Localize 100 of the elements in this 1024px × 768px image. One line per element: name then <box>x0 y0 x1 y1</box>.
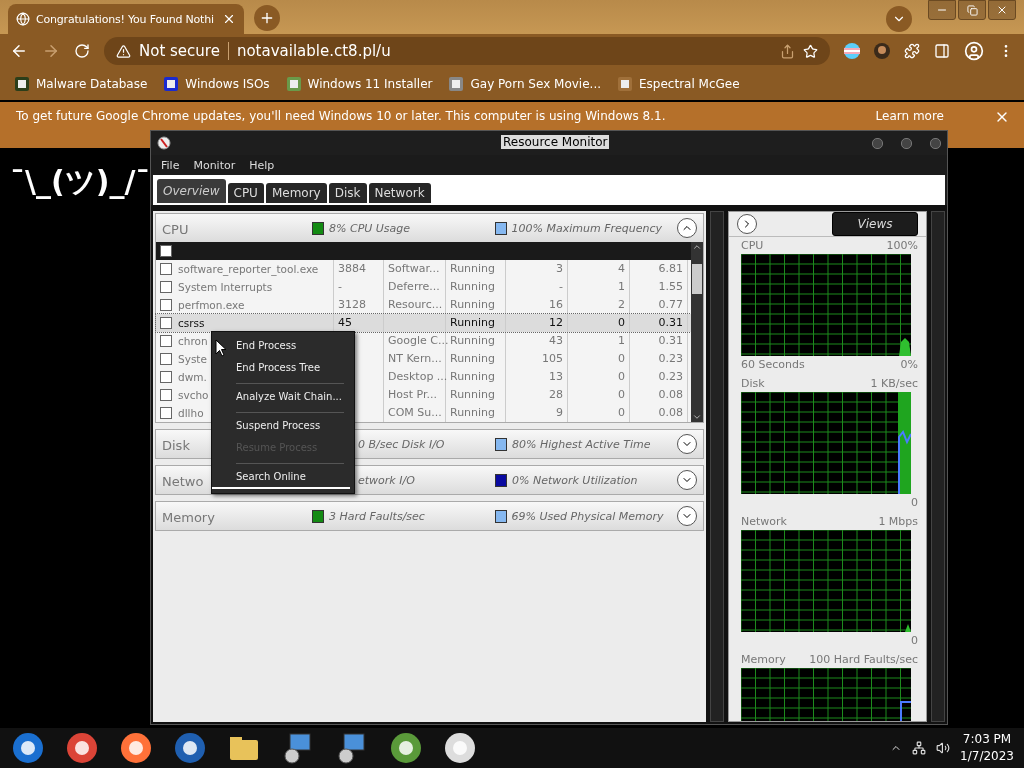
table-cell: Running <box>446 260 506 278</box>
table-row[interactable]: System Interrupts - Deferre... Running - 1 1.55 <box>156 278 691 296</box>
table-cell: Running <box>446 278 506 296</box>
checkbox[interactable] <box>160 245 172 257</box>
scroll-up-icon[interactable] <box>692 242 702 252</box>
checkbox[interactable] <box>160 263 172 275</box>
table-cell: Deferre... <box>384 278 446 296</box>
avatar-icon[interactable] <box>874 43 890 59</box>
expand-button[interactable] <box>677 506 697 526</box>
expand-button[interactable] <box>677 470 697 490</box>
learn-more-link[interactable]: Learn more <box>875 109 944 123</box>
close-button[interactable] <box>988 0 1016 20</box>
volume-icon[interactable] <box>936 741 951 755</box>
close-icon[interactable] <box>222 12 236 26</box>
table-row[interactable]: software_reporter_tool.exe 3884 Softwar... Running 3 4 6.81 <box>156 260 691 278</box>
table-cell: 13 <box>506 368 568 386</box>
stat-text: 80% Highest Active Time <box>511 437 651 451</box>
shrug-text: ¯\_(ツ)_/¯ <box>10 163 151 201</box>
table-cell: - <box>506 278 568 296</box>
side-panel-icon[interactable] <box>934 43 950 59</box>
graph-max: 100% <box>886 239 919 252</box>
maximize-button[interactable] <box>901 137 912 149</box>
restore-button[interactable] <box>958 0 986 20</box>
table-cell: dwm. <box>178 371 207 383</box>
flag-icon[interactable] <box>844 43 860 59</box>
tab[interactable]: Memory <box>265 183 327 203</box>
app-icon[interactable] <box>388 730 424 766</box>
section-header[interactable]: CPU 8% CPU Usage 100% Maximum Frequency <box>156 214 703 242</box>
bookmark[interactable]: Windows ISOs <box>163 76 270 92</box>
table-cell: Syste <box>178 353 207 365</box>
scrollbar[interactable] <box>710 211 724 722</box>
table-cell: 0.31 <box>630 332 688 350</box>
section-title: Netwo <box>162 473 204 489</box>
table-cell: perfmon.exe <box>178 299 245 311</box>
address-bar[interactable]: Not secure notavailable.ct8.pl/u <box>104 37 830 65</box>
new-tab-button[interactable] <box>254 5 280 31</box>
tab[interactable]: Network <box>368 183 431 203</box>
minimize-button[interactable] <box>928 0 956 20</box>
table-cell: Host Pr... <box>384 386 446 404</box>
star-icon[interactable] <box>803 43 818 59</box>
checkbox[interactable] <box>160 407 172 419</box>
table-cell: Running <box>446 332 506 350</box>
app-icon[interactable] <box>10 730 46 766</box>
scrollbar-thumb[interactable] <box>692 264 702 294</box>
stat-text: 0 B/sec Disk I/O <box>358 437 445 451</box>
checkbox[interactable] <box>160 389 172 401</box>
scrollbar[interactable] <box>931 211 945 722</box>
bookmark[interactable]: Malware Database <box>14 76 148 92</box>
clock[interactable]: 7:03 PM 1/7/2023 <box>960 731 1014 765</box>
checkbox[interactable] <box>160 353 172 365</box>
expand-button[interactable] <box>677 434 697 454</box>
table-cell: 1 <box>568 332 630 350</box>
bookmark[interactable]: Gay Porn Sex Movie... <box>448 76 601 92</box>
table-cell: 43 <box>506 332 568 350</box>
menu-item[interactable]: Help <box>249 158 275 172</box>
expand-button[interactable] <box>736 214 757 234</box>
scrollbar[interactable] <box>691 242 703 422</box>
table-cell: 0.08 <box>630 386 688 404</box>
checkbox[interactable] <box>160 335 172 347</box>
tab[interactable]: Overview <box>157 179 226 203</box>
profile-icon[interactable] <box>964 41 984 61</box>
checkbox[interactable] <box>160 317 172 329</box>
table-cell: 0 <box>568 386 630 404</box>
bookmark[interactable]: Windows 11 Installer <box>285 76 433 92</box>
checkbox[interactable] <box>160 281 172 293</box>
back-icon[interactable] <box>10 42 28 60</box>
checkbox[interactable] <box>160 299 172 311</box>
views-button[interactable]: Views <box>832 212 919 236</box>
menu-item[interactable]: Monitor <box>193 158 236 172</box>
app-icon[interactable] <box>64 730 100 766</box>
bookmark-icon <box>285 76 302 92</box>
app-icon[interactable] <box>118 730 154 766</box>
browser-tab[interactable]: Congratulations! You Found Nothi <box>8 4 244 34</box>
table-cell: Running <box>446 386 506 404</box>
extensions-icon[interactable] <box>904 43 920 59</box>
table-cell: 0 <box>568 368 630 386</box>
section-header[interactable]: Memory 3 Hard Faults/sec 69% Used Physical Memory <box>156 502 703 530</box>
table-cell: 0.23 <box>630 350 688 368</box>
collapse-button[interactable] <box>677 218 697 238</box>
app-icon[interactable] <box>172 730 208 766</box>
share-icon[interactable] <box>780 43 795 59</box>
close-button[interactable] <box>930 137 941 149</box>
tab[interactable]: Disk <box>328 183 367 203</box>
window-title: Resource Monitor <box>501 135 610 149</box>
cursor-icon <box>215 339 227 357</box>
tab[interactable]: CPU <box>227 183 264 203</box>
checkbox[interactable] <box>160 371 172 383</box>
table-cell: Desktop ... <box>384 368 446 386</box>
menu-item[interactable]: File <box>161 158 180 172</box>
minimize-button[interactable] <box>872 137 883 149</box>
reload-icon[interactable] <box>74 43 90 59</box>
graph-title: CPU <box>740 239 764 252</box>
table-cell: 4 <box>568 260 630 278</box>
tab-title: Congratulations! You Found Nothi <box>36 12 215 26</box>
menu-item[interactable]: Search Online <box>212 467 350 489</box>
table-row[interactable]: csrss 45 Running 12 0 0.31 <box>156 314 691 332</box>
tab-search-button[interactable] <box>886 6 912 32</box>
scroll-down-icon[interactable] <box>692 412 702 422</box>
bookmark[interactable]: Espectral McGee <box>617 76 740 92</box>
network-icon[interactable] <box>912 741 927 755</box>
